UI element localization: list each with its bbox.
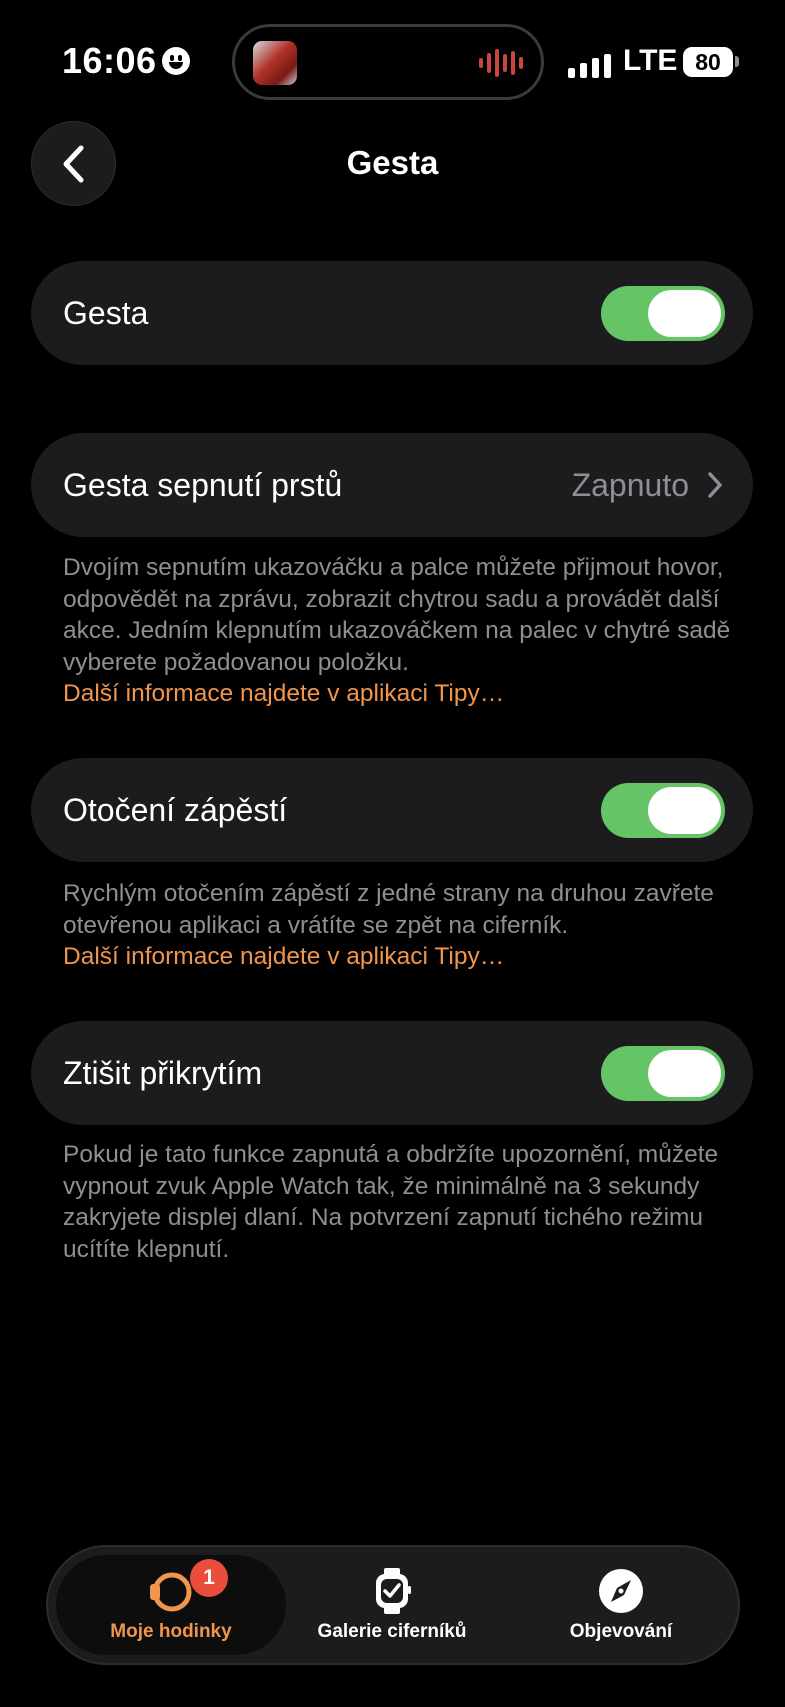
gestures-settings-screen: 16:06 LTE 80 Gesta Gesta Gesta sepnutí p… (0, 0, 785, 1707)
pinch-gestures-row[interactable]: Gesta sepnutí prstů Zapnuto (31, 433, 753, 537)
tab-face-gallery[interactable]: Galerie ciferníků (286, 1547, 498, 1663)
toggle-knob (648, 1050, 721, 1097)
wrist-flick-label: Otočení zápěstí (63, 791, 288, 828)
wrist-flick-tips-link[interactable]: Další informace najdete v aplikaci Tipy… (63, 941, 733, 973)
toggle-knob (648, 787, 721, 834)
tab-face-gallery-label: Galerie ciferníků (317, 1621, 467, 1642)
battery-level: 80 (695, 48, 721, 75)
tab-discover[interactable]: Objevování (510, 1547, 732, 1663)
wrist-flick-row: Otočení zápěstí (31, 758, 753, 862)
cover-to-mute-label: Ztišit přikrytím (63, 1054, 263, 1091)
cover-to-mute-description: Pokud je tato funkce zapnutá a obdržíte … (63, 1141, 719, 1263)
notification-badge: 1 (190, 1559, 228, 1597)
pinch-gestures-value: Zapnuto (571, 466, 689, 503)
gestures-toggle[interactable] (601, 286, 725, 341)
network-type: LTE (623, 44, 678, 77)
gestures-row: Gesta (31, 261, 753, 365)
tab-discover-label: Objevování (569, 1621, 673, 1642)
tab-bar: Moje hodinky 1 Galerie ciferníků Objevov… (46, 1545, 740, 1665)
now-playing-artwork (253, 41, 297, 85)
smiley-status-icon (162, 47, 190, 75)
wrist-flick-description: Rychlým otočením zápěstí z jedné strany … (63, 878, 733, 973)
pinch-gestures-description: Dvojím sepnutím ukazováčku a palce můžet… (63, 552, 733, 710)
gestures-label: Gesta (63, 294, 149, 331)
pinch-gestures-label: Gesta sepnutí prstů (63, 466, 343, 503)
tab-my-watch-label: Moje hodinky (110, 1621, 232, 1642)
toggle-knob (648, 290, 721, 337)
dynamic-island[interactable] (232, 24, 544, 100)
tab-my-watch[interactable]: Moje hodinky (56, 1555, 286, 1655)
battery-tip (735, 56, 739, 67)
wrist-flick-description-text: Rychlým otočením zápěstí z jedné strany … (63, 880, 714, 939)
battery-icon: 80 (683, 47, 733, 77)
pinch-description-text: Dvojím sepnutím ukazováčku a palce můžet… (63, 554, 731, 676)
cellular-signal-icon (568, 54, 611, 78)
chevron-right-icon (708, 472, 722, 498)
cover-to-mute-toggle[interactable] (601, 1046, 725, 1101)
wrist-flick-toggle[interactable] (601, 783, 725, 838)
watch-face-gallery-icon (376, 1568, 411, 1614)
pinch-tips-link[interactable]: Další informace najdete v aplikaci Tipy… (63, 678, 733, 710)
watch-icon (150, 1572, 192, 1612)
page-title: Gesta (346, 144, 439, 181)
audio-waveform-icon (479, 47, 523, 79)
compass-icon (599, 1569, 643, 1613)
status-time: 16:06 (62, 40, 157, 81)
cover-to-mute-row: Ztišit přikrytím (31, 1021, 753, 1125)
